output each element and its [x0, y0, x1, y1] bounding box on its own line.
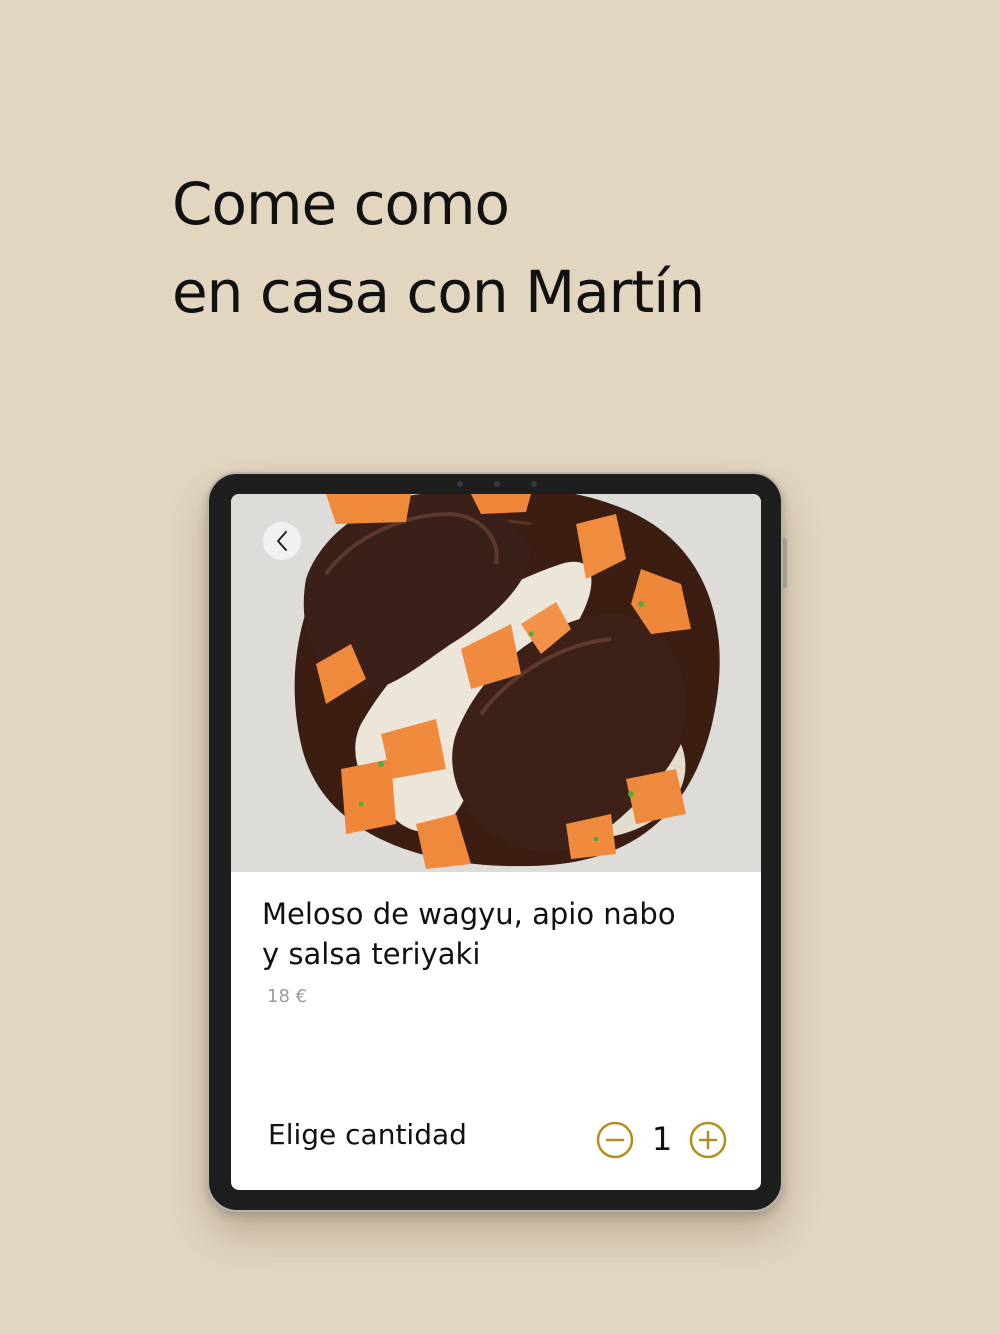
headline-line-1: Come como [172, 170, 510, 238]
back-button[interactable] [263, 522, 301, 560]
headline: Come como en casa con Martín [172, 160, 705, 336]
minus-circle-icon [596, 1121, 634, 1159]
dish-photo [231, 494, 761, 872]
decrease-quantity-button[interactable] [596, 1121, 634, 1159]
plus-circle-icon [689, 1121, 727, 1159]
dish-price: 18 € [267, 986, 308, 1007]
quantity-label: Elige cantidad [268, 1118, 467, 1151]
quantity-stepper: 1 [596, 1120, 728, 1159]
product-detail-screen: Meloso de wagyu, apio nabo y salsa teriy… [231, 494, 761, 1190]
dish-title: Meloso de wagyu, apio nabo y salsa teriy… [262, 897, 676, 971]
headline-line-2: en casa con Martín [172, 258, 705, 326]
tablet-frame: Meloso de wagyu, apio nabo y salsa teriy… [207, 472, 783, 1212]
tablet-camera [457, 479, 537, 489]
increase-quantity-button[interactable] [689, 1121, 727, 1159]
quantity-value: 1 [651, 1120, 673, 1158]
chevron-left-icon [277, 531, 287, 551]
